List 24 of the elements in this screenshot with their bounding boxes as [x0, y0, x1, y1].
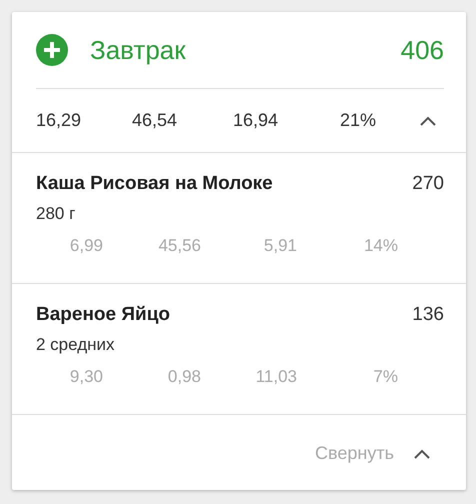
- summary-value: 46,54: [132, 110, 178, 131]
- add-icon[interactable]: [36, 34, 68, 66]
- food-name: Каша Рисовая на Молоке: [36, 173, 273, 195]
- macro-value: 11,03: [254, 367, 297, 387]
- macro-value: 9,30: [68, 367, 103, 387]
- food-amount: 280 г: [36, 204, 76, 224]
- collapse-button[interactable]: Свернуть: [315, 443, 394, 464]
- macro-value: 7%: [372, 367, 398, 387]
- macro-value: 0,98: [166, 367, 201, 387]
- food-calories: 270: [412, 173, 444, 195]
- macro-value: 14%: [362, 236, 398, 256]
- summary-value: 16,94: [233, 110, 280, 131]
- food-name: Вареное Яйцо: [36, 304, 170, 326]
- meal-title: Завтрак: [90, 34, 187, 66]
- summary-value: 16,29: [36, 110, 82, 131]
- caret-icon[interactable]: [420, 116, 436, 126]
- macro-value: 5,91: [262, 236, 297, 256]
- summary-value: 21%: [340, 110, 378, 131]
- macro-value: 45,56: [157, 236, 201, 256]
- meal-calories: 406: [400, 34, 444, 66]
- food-amount: 2 средних: [36, 335, 116, 355]
- caret-icon[interactable]: [414, 448, 430, 458]
- macro-value: 6,99: [68, 236, 103, 256]
- food-calories: 136: [412, 304, 444, 326]
